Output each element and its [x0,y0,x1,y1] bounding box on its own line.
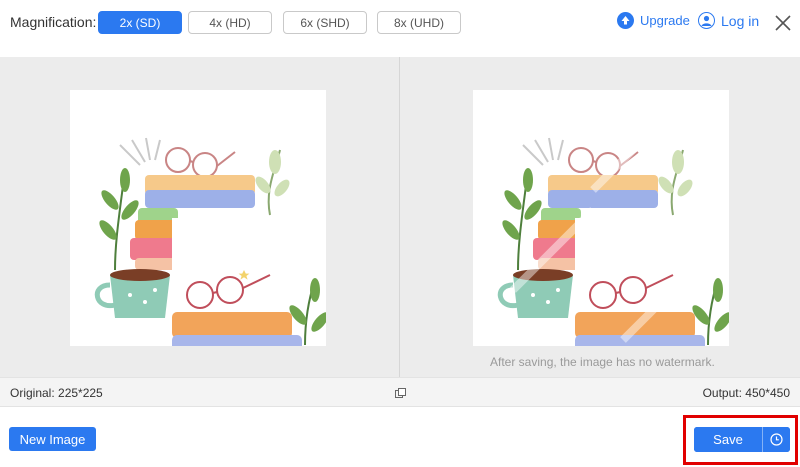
upgrade-link[interactable]: Upgrade [617,12,690,29]
upgrade-arrow-icon [617,12,634,29]
user-icon [698,12,715,29]
magnification-8x-button[interactable]: 8x (UHD) [377,11,461,34]
topbar: Magnification: 2x (SD) 4x (HD) 6x (SHD) … [0,0,800,45]
output-size-label: Output: 450*450 [702,386,790,400]
compare-icon[interactable] [395,388,406,398]
output-image [473,90,729,346]
original-image [70,90,326,346]
save-button[interactable]: Save [694,427,762,452]
original-size-label: Original: 225*225 [10,386,103,400]
image-upscaler-dialog: Magnification: 2x (SD) 4x (HD) 6x (SHD) … [0,0,800,467]
new-image-button[interactable]: New Image [9,427,96,451]
clock-icon [770,433,783,446]
output-panel [400,57,800,377]
magnification-4x-button[interactable]: 4x (HD) [188,11,272,34]
magnification-6x-button[interactable]: 6x (SHD) [283,11,367,34]
login-label: Log in [721,12,760,29]
login-link[interactable]: Log in [698,12,759,29]
close-button[interactable] [772,12,794,34]
magnification-2x-button[interactable]: 2x (SD) [98,11,182,34]
history-button[interactable] [763,427,790,452]
no-watermark-note: After saving, the image has no watermark… [490,355,715,369]
upgrade-label: Upgrade [640,13,690,28]
close-icon [775,15,791,31]
magnification-label: Magnification: [10,14,97,30]
bottom-bar: New Image Save [0,408,800,467]
save-button-group: Save [694,427,790,452]
size-info-bar: Original: 225*225 Output: 450*450 [0,377,800,407]
original-panel [0,57,399,377]
preview-area: After saving, the image has no watermark… [0,57,800,377]
